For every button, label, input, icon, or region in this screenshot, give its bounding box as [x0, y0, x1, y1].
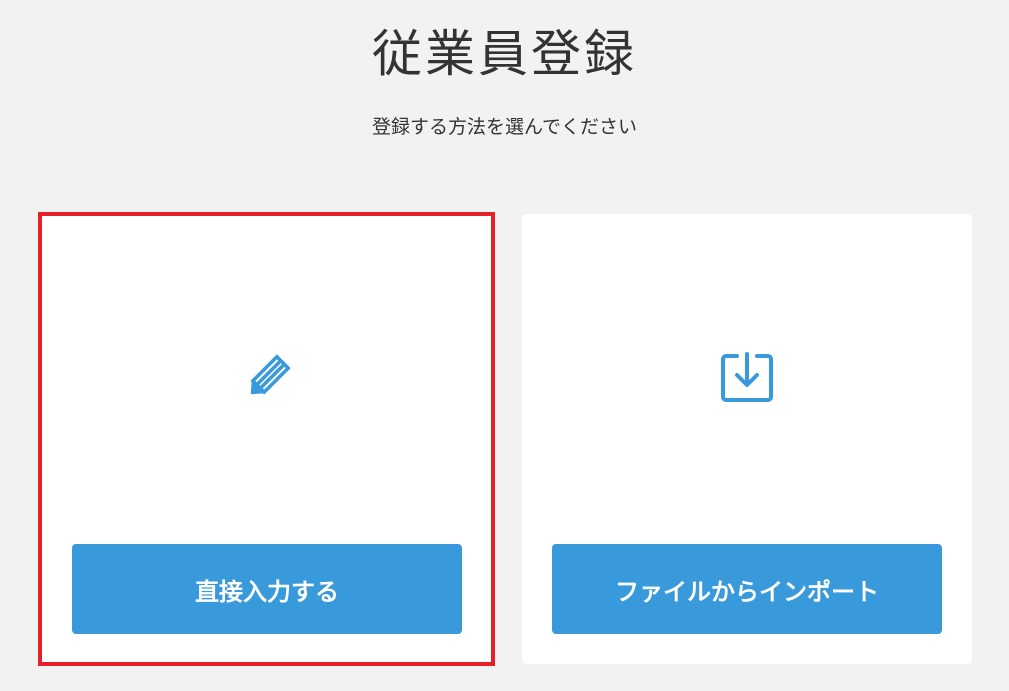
option-card-direct-input[interactable]: 直接入力する: [42, 214, 492, 664]
direct-input-button[interactable]: 直接入力する: [72, 544, 462, 634]
page-title: 従業員登録: [372, 25, 637, 83]
pencil-icon: [237, 348, 297, 408]
import-icon: [717, 348, 777, 408]
option-card-file-import[interactable]: ファイルからインポート: [522, 214, 972, 664]
file-import-button[interactable]: ファイルからインポート: [552, 544, 942, 634]
page-subtitle: 登録する方法を選んでください: [371, 116, 638, 138]
